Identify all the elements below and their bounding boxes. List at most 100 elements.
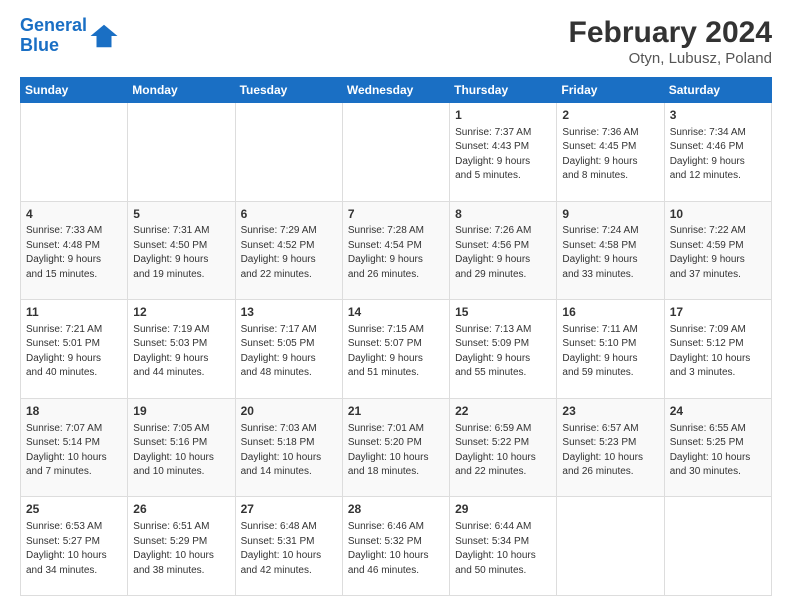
calendar-cell: 15 Sunrise: 7:13 AM Sunset: 5:09 PM Dayli… — [450, 300, 557, 399]
day-number: 25 — [26, 501, 122, 518]
calendar-cell: 14Sunrise: 7:15 AM Sunset: 5:07 PM Dayli… — [342, 300, 449, 399]
calendar-cell: 19 Sunrise: 7:05 AM Sunset: 5:16 PM Dayli… — [128, 398, 235, 497]
calendar-cell: 29Sunrise: 6:44 AM Sunset: 5:34 PM Dayli… — [450, 497, 557, 596]
header-day-tuesday: Tuesday — [235, 78, 342, 103]
day-info: Sunrise: 7:26 AM Sunset: 4:56 PM Dayligh… — [455, 224, 551, 282]
day-number: 29 — [455, 501, 551, 518]
day-number: 28 — [348, 501, 444, 518]
day-number: 11 — [26, 304, 122, 321]
day-number: 20 — [241, 403, 337, 420]
day-number: 23 — [562, 403, 658, 420]
calendar-cell — [664, 497, 771, 596]
day-info: Sunrise: 6:53 AM Sunset: 5:27 PM Dayligh… — [26, 520, 122, 578]
header-day-thursday: Thursday — [450, 78, 557, 103]
calendar-cell: 10Sunrise: 7:22 AM Sunset: 4:59 PM Dayli… — [664, 201, 771, 300]
calendar-cell: 24 Sunrise: 6:55 AM Sunset: 5:25 PM Dayli… — [664, 398, 771, 497]
day-number: 10 — [670, 206, 766, 223]
day-number: 22 — [455, 403, 551, 420]
calendar-cell: 11Sunrise: 7:21 AM Sunset: 5:01 PM Dayli… — [21, 300, 128, 399]
page: GeneralBlue February 2024 Otyn, Lubusz, … — [0, 0, 792, 612]
calendar-cell — [342, 103, 449, 202]
day-info: Sunrise: 7:34 AM Sunset: 4:46 PM Dayligh… — [670, 126, 766, 184]
day-number: 17 — [670, 304, 766, 321]
day-info: Sunrise: 6:48 AM Sunset: 5:31 PM Dayligh… — [241, 520, 337, 578]
day-number: 13 — [241, 304, 337, 321]
calendar-cell: 18Sunrise: 7:07 AM Sunset: 5:14 PM Dayli… — [21, 398, 128, 497]
day-number: 12 — [133, 304, 229, 321]
day-info: Sunrise: 7:13 AM Sunset: 5:09 PM Dayligh… — [455, 323, 551, 381]
day-info: Sunrise: 6:57 AM Sunset: 5:23 PM Dayligh… — [562, 422, 658, 480]
week-row-5: 25 Sunrise: 6:53 AM Sunset: 5:27 PM Dayli… — [21, 497, 772, 596]
day-info: Sunrise: 7:24 AM Sunset: 4:58 PM Dayligh… — [562, 224, 658, 282]
calendar-cell: 23 Sunrise: 6:57 AM Sunset: 5:23 PM Dayli… — [557, 398, 664, 497]
day-number: 16 — [562, 304, 658, 321]
header-day-saturday: Saturday — [664, 78, 771, 103]
calendar-cell: 26 Sunrise: 6:51 AM Sunset: 5:29 PM Dayli… — [128, 497, 235, 596]
calendar-cell — [557, 497, 664, 596]
calendar-cell: 5Sunrise: 7:31 AM Sunset: 4:50 PM Daylig… — [128, 201, 235, 300]
calendar-cell: 4Sunrise: 7:33 AM Sunset: 4:48 PM Daylig… — [21, 201, 128, 300]
calendar-cell — [21, 103, 128, 202]
calendar-cell: 1Sunrise: 7:37 AM Sunset: 4:43 PM Daylig… — [450, 103, 557, 202]
day-number: 4 — [26, 206, 122, 223]
calendar-cell: 3 Sunrise: 7:34 AM Sunset: 4:46 PM Daylig… — [664, 103, 771, 202]
day-number: 14 — [348, 304, 444, 321]
calendar-table: SundayMondayTuesdayWednesdayThursdayFrid… — [20, 77, 772, 596]
day-number: 19 — [133, 403, 229, 420]
calendar-header: SundayMondayTuesdayWednesdayThursdayFrid… — [21, 78, 772, 103]
header-day-friday: Friday — [557, 78, 664, 103]
day-number: 15 — [455, 304, 551, 321]
title-block: February 2024 Otyn, Lubusz, Poland — [569, 16, 772, 67]
day-number: 26 — [133, 501, 229, 518]
logo: GeneralBlue — [20, 16, 119, 56]
day-number: 9 — [562, 206, 658, 223]
header-row: SundayMondayTuesdayWednesdayThursdayFrid… — [21, 78, 772, 103]
day-number: 2 — [562, 107, 658, 124]
day-info: Sunrise: 7:28 AM Sunset: 4:54 PM Dayligh… — [348, 224, 444, 282]
day-info: Sunrise: 7:03 AM Sunset: 5:18 PM Dayligh… — [241, 422, 337, 480]
day-number: 5 — [133, 206, 229, 223]
calendar-cell: 16 Sunrise: 7:11 AM Sunset: 5:10 PM Dayli… — [557, 300, 664, 399]
day-number: 7 — [348, 206, 444, 223]
calendar-cell — [128, 103, 235, 202]
header-day-wednesday: Wednesday — [342, 78, 449, 103]
header-day-sunday: Sunday — [21, 78, 128, 103]
day-info: Sunrise: 6:46 AM Sunset: 5:32 PM Dayligh… — [348, 520, 444, 578]
week-row-1: 1Sunrise: 7:37 AM Sunset: 4:43 PM Daylig… — [21, 103, 772, 202]
logo-text: GeneralBlue — [20, 16, 87, 56]
day-number: 3 — [670, 107, 766, 124]
calendar-cell: 25 Sunrise: 6:53 AM Sunset: 5:27 PM Dayli… — [21, 497, 128, 596]
calendar-cell: 2 Sunrise: 7:36 AM Sunset: 4:45 PM Daylig… — [557, 103, 664, 202]
day-info: Sunrise: 6:51 AM Sunset: 5:29 PM Dayligh… — [133, 520, 229, 578]
day-number: 1 — [455, 107, 551, 124]
calendar-cell: 20 Sunrise: 7:03 AM Sunset: 5:18 PM Dayli… — [235, 398, 342, 497]
main-title: February 2024 — [569, 16, 772, 50]
calendar-cell: 7Sunrise: 7:28 AM Sunset: 4:54 PM Daylig… — [342, 201, 449, 300]
day-info: Sunrise: 7:36 AM Sunset: 4:45 PM Dayligh… — [562, 126, 658, 184]
subtitle: Otyn, Lubusz, Poland — [569, 50, 772, 67]
day-info: Sunrise: 7:22 AM Sunset: 4:59 PM Dayligh… — [670, 224, 766, 282]
week-row-4: 18Sunrise: 7:07 AM Sunset: 5:14 PM Dayli… — [21, 398, 772, 497]
calendar-cell: 9Sunrise: 7:24 AM Sunset: 4:58 PM Daylig… — [557, 201, 664, 300]
calendar-cell: 28 Sunrise: 6:46 AM Sunset: 5:32 PM Dayli… — [342, 497, 449, 596]
logo-icon — [89, 21, 119, 51]
week-row-2: 4Sunrise: 7:33 AM Sunset: 4:48 PM Daylig… — [21, 201, 772, 300]
day-number: 8 — [455, 206, 551, 223]
day-info: Sunrise: 6:55 AM Sunset: 5:25 PM Dayligh… — [670, 422, 766, 480]
calendar-cell: 12Sunrise: 7:19 AM Sunset: 5:03 PM Dayli… — [128, 300, 235, 399]
day-number: 24 — [670, 403, 766, 420]
day-info: Sunrise: 7:11 AM Sunset: 5:10 PM Dayligh… — [562, 323, 658, 381]
day-info: Sunrise: 6:59 AM Sunset: 5:22 PM Dayligh… — [455, 422, 551, 480]
day-info: Sunrise: 7:09 AM Sunset: 5:12 PM Dayligh… — [670, 323, 766, 381]
day-info: Sunrise: 7:07 AM Sunset: 5:14 PM Dayligh… — [26, 422, 122, 480]
day-info: Sunrise: 7:33 AM Sunset: 4:48 PM Dayligh… — [26, 224, 122, 282]
calendar-cell: 8Sunrise: 7:26 AM Sunset: 4:56 PM Daylig… — [450, 201, 557, 300]
day-number: 27 — [241, 501, 337, 518]
day-info: Sunrise: 7:17 AM Sunset: 5:05 PM Dayligh… — [241, 323, 337, 381]
day-info: Sunrise: 7:31 AM Sunset: 4:50 PM Dayligh… — [133, 224, 229, 282]
calendar-cell: 6Sunrise: 7:29 AM Sunset: 4:52 PM Daylig… — [235, 201, 342, 300]
calendar-body: 1Sunrise: 7:37 AM Sunset: 4:43 PM Daylig… — [21, 103, 772, 596]
day-info: Sunrise: 7:05 AM Sunset: 5:16 PM Dayligh… — [133, 422, 229, 480]
header: GeneralBlue February 2024 Otyn, Lubusz, … — [20, 16, 772, 67]
week-row-3: 11Sunrise: 7:21 AM Sunset: 5:01 PM Dayli… — [21, 300, 772, 399]
